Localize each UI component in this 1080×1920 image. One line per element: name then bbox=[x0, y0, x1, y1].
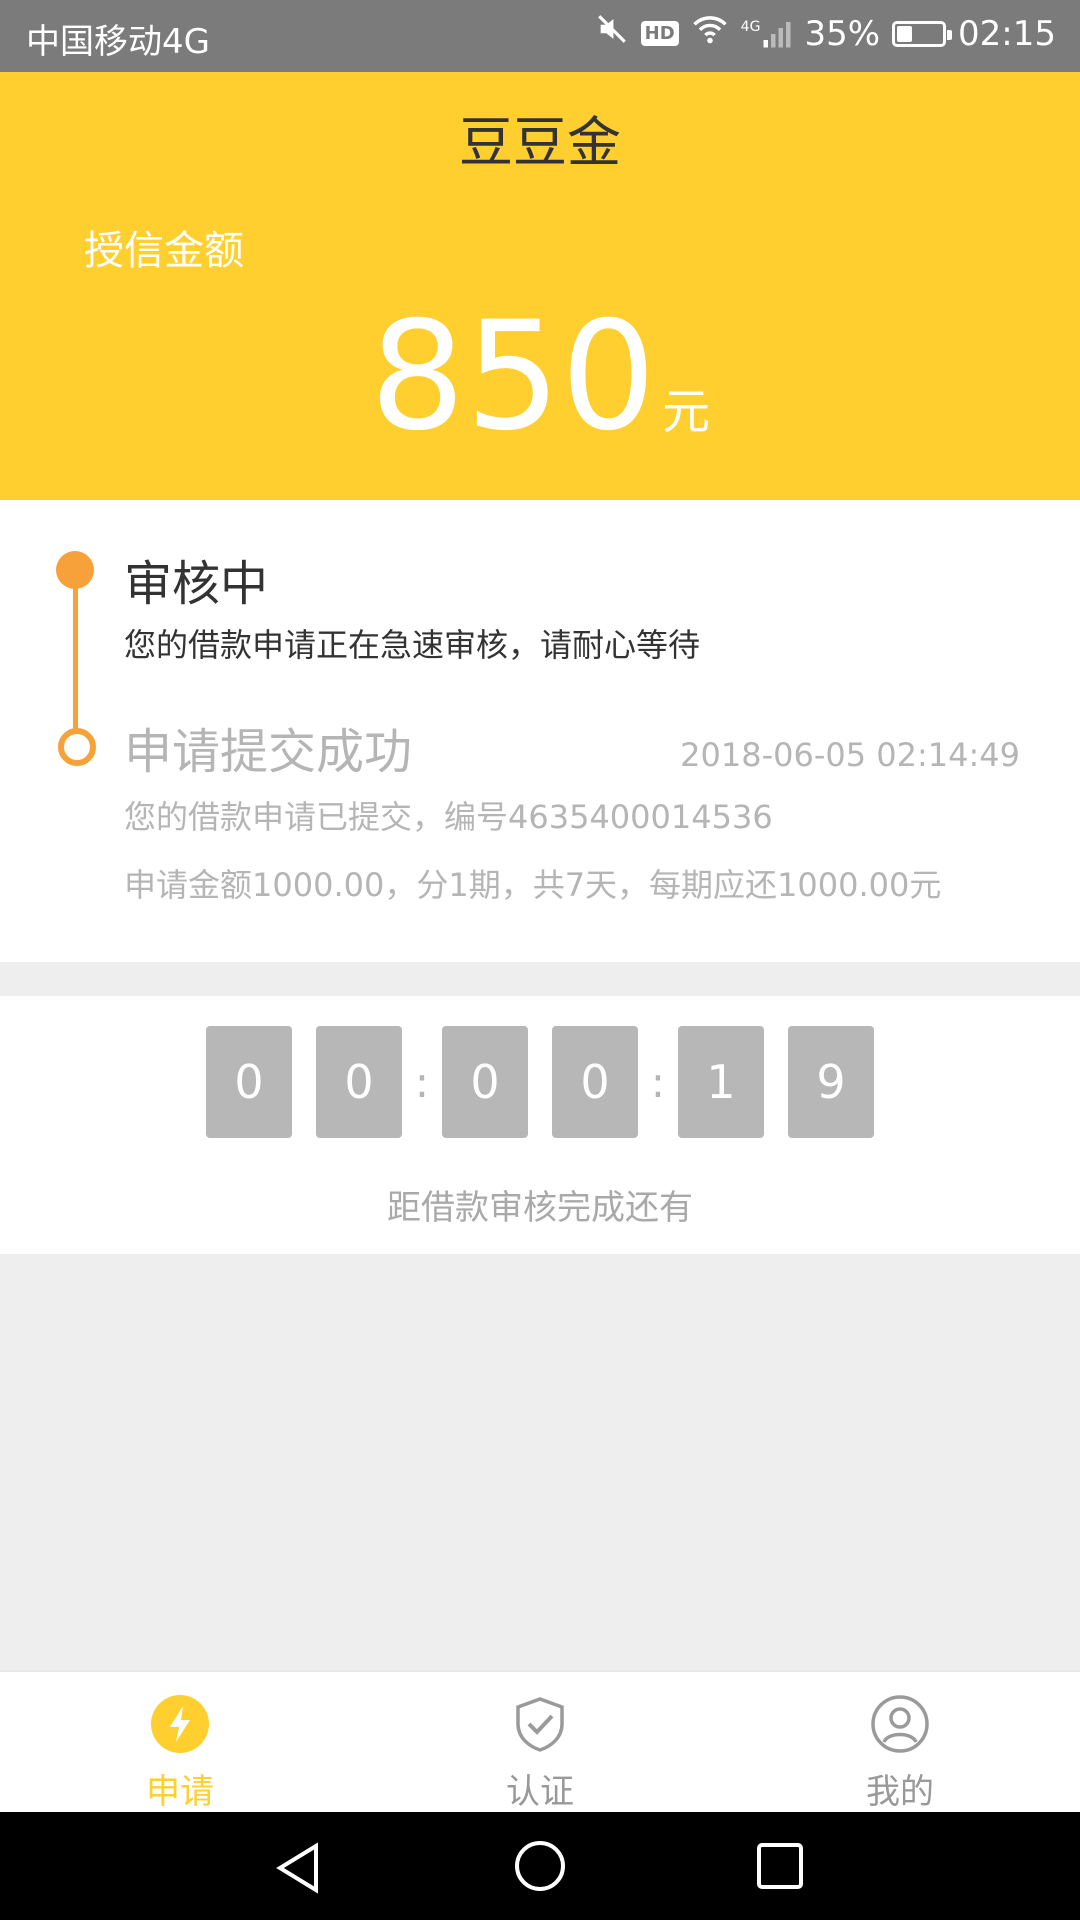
wifi-icon bbox=[691, 12, 729, 55]
tab-verify[interactable]: 认证 bbox=[360, 1672, 720, 1814]
lightning-icon bbox=[150, 1694, 210, 1754]
mute-icon bbox=[595, 12, 629, 55]
countdown-separator: : bbox=[414, 1057, 430, 1107]
tab-apply-label: 申请 bbox=[146, 1772, 214, 1812]
countdown-digit-minute-tens: 0 bbox=[442, 1026, 528, 1138]
tab-mine-label: 我的 bbox=[866, 1772, 934, 1812]
app-title: 豆豆金 bbox=[459, 111, 621, 174]
countdown-caption: 距借款审核完成还有 bbox=[387, 1188, 693, 1228]
countdown-separator: : bbox=[650, 1057, 666, 1107]
step-submitted-details: 申请金额1000.00，分1期，共7天，每期应还1000.00元 bbox=[124, 866, 942, 904]
countdown-digit-hour-tens: 0 bbox=[206, 1026, 292, 1138]
home-icon[interactable] bbox=[512, 1838, 568, 1898]
battery-icon bbox=[892, 20, 953, 47]
shield-check-icon bbox=[510, 1694, 570, 1754]
battery-percent: 35% bbox=[804, 13, 881, 54]
system-navigation-bar bbox=[0, 1812, 1080, 1920]
status-icons: HD 4G 35% 02:15 bbox=[595, 12, 1056, 55]
bottom-tab-bar: 申请 认证 我的 bbox=[0, 1670, 1080, 1814]
countdown-digit-second-ones: 9 bbox=[788, 1026, 874, 1138]
tab-mine[interactable]: 我的 bbox=[720, 1672, 1080, 1814]
credit-amount-label: 授信金额 bbox=[84, 228, 244, 274]
countdown-digit-minute-ones: 0 bbox=[552, 1026, 638, 1138]
clock: 02:15 bbox=[958, 13, 1056, 54]
back-icon[interactable] bbox=[270, 1840, 326, 1900]
countdown-digits: 0 0 : 0 0 : 1 9 bbox=[0, 1026, 1080, 1138]
tab-verify-label: 认证 bbox=[506, 1772, 574, 1812]
tab-apply[interactable]: 申请 bbox=[0, 1672, 360, 1814]
hd-badge: HD bbox=[640, 21, 679, 46]
loan-status-timeline: 审核中 您的借款申请正在急速审核，请耐心等待 申请提交成功 2018-06-05… bbox=[0, 500, 1080, 962]
countdown-digit-second-tens: 1 bbox=[678, 1026, 764, 1138]
status-bar: 中国移动4G HD 4G 35% 02:15 bbox=[0, 0, 1080, 72]
carrier-label: 中国移动4G bbox=[26, 22, 210, 62]
credit-amount: 850 元 bbox=[0, 302, 1080, 452]
signal-icon: 4G bbox=[741, 19, 793, 49]
network-type-label: 4G bbox=[740, 18, 761, 35]
timeline-dot-past bbox=[58, 728, 96, 766]
step-reviewing-description: 您的借款申请正在急速审核，请耐心等待 bbox=[124, 626, 701, 664]
step-reviewing-title: 审核中 bbox=[124, 556, 269, 612]
review-countdown: 0 0 : 0 0 : 1 9 距借款审核完成还有 bbox=[0, 996, 1080, 1254]
credit-header: 豆豆金 授信金额 850 元 bbox=[0, 72, 1080, 500]
recents-icon[interactable] bbox=[754, 1840, 806, 1896]
timeline-dot-current bbox=[56, 551, 94, 589]
user-icon bbox=[870, 1694, 930, 1754]
countdown-digit-hour-ones: 0 bbox=[316, 1026, 402, 1138]
step-submitted-title: 申请提交成功 bbox=[124, 724, 413, 780]
battery-fill bbox=[897, 25, 913, 42]
step-submitted-timestamp: 2018-06-05 02:14:49 bbox=[680, 736, 1020, 774]
timeline-line bbox=[73, 572, 78, 742]
credit-amount-unit: 元 bbox=[662, 384, 711, 440]
step-submitted-description: 您的借款申请已提交，编号4635400014536 bbox=[124, 798, 773, 836]
credit-amount-value: 850 bbox=[369, 290, 657, 464]
